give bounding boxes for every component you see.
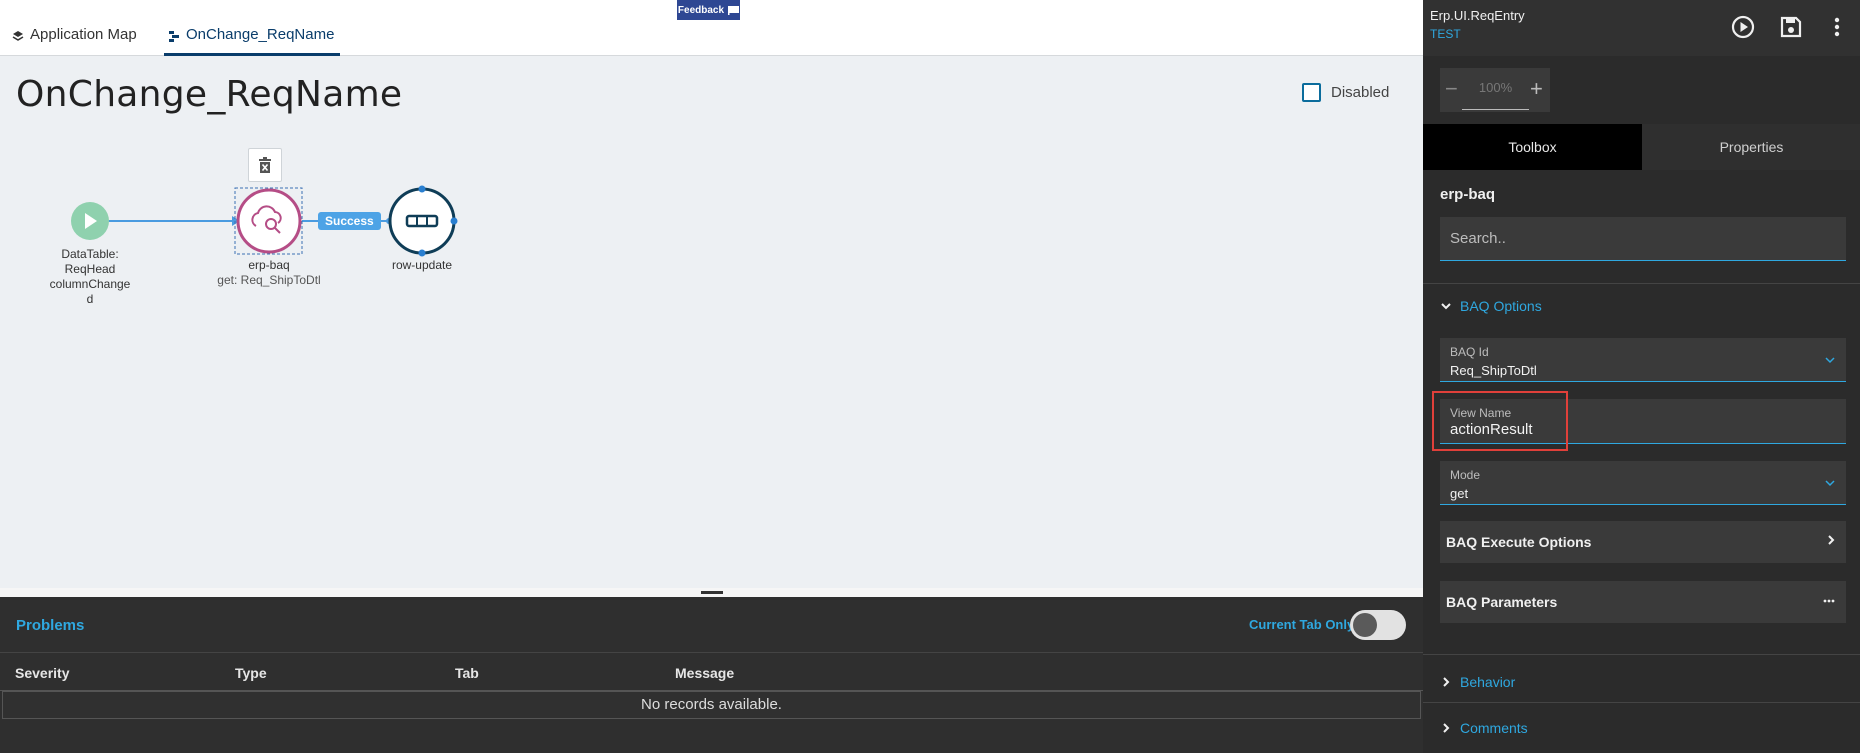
baq-execute-options-label: BAQ Execute Options bbox=[1446, 534, 1592, 550]
baq-node-label: erp-baq get: Req_ShipToDtl bbox=[209, 258, 329, 288]
baq-node-sub: get: Req_ShipToDtl bbox=[217, 273, 321, 287]
feedback-label: Feedback bbox=[677, 4, 725, 16]
chevron-down-icon bbox=[1441, 303, 1451, 310]
baq-node[interactable] bbox=[236, 188, 302, 254]
column-message[interactable]: Message bbox=[675, 665, 734, 681]
kebab-menu-icon bbox=[1834, 17, 1840, 37]
app-subtitle: TEST bbox=[1430, 27, 1461, 41]
chevron-right-icon bbox=[1828, 535, 1835, 545]
baq-parameters-row[interactable]: BAQ Parameters bbox=[1440, 581, 1846, 623]
mode-value: get bbox=[1450, 486, 1469, 501]
current-tab-only-label: Current Tab Only bbox=[1249, 617, 1355, 632]
zoom-in-button[interactable]: + bbox=[1530, 76, 1543, 102]
search-input[interactable] bbox=[1440, 217, 1846, 260]
view-name-highlight-box bbox=[1432, 391, 1568, 451]
no-records-row: No records available. bbox=[2, 691, 1421, 719]
problems-title: Problems bbox=[16, 617, 85, 634]
problems-panel: Problems Current Tab Only Severity Type … bbox=[0, 597, 1423, 753]
divider bbox=[1423, 702, 1860, 703]
delete-node-button[interactable] bbox=[248, 148, 282, 182]
designer-area: Application Map OnChange_ReqName Feedbac… bbox=[0, 0, 1423, 753]
column-type[interactable]: Type bbox=[235, 665, 267, 681]
play-icon bbox=[1731, 15, 1755, 39]
mode-field[interactable]: Mode get bbox=[1440, 461, 1846, 505]
divider bbox=[1423, 654, 1860, 655]
tab-onchange-reqname[interactable]: OnChange_ReqName bbox=[164, 26, 341, 56]
comments-label: Comments bbox=[1460, 720, 1528, 736]
tab-application-map-label: Application Map bbox=[30, 26, 137, 43]
zoom-out-button[interactable]: − bbox=[1445, 76, 1458, 102]
toggle-knob bbox=[1353, 613, 1377, 637]
success-label: Success bbox=[318, 212, 381, 230]
save-icon bbox=[1780, 16, 1802, 38]
problems-table-header: Severity Type Tab Message bbox=[0, 652, 1423, 691]
disabled-label: Disabled bbox=[1331, 84, 1390, 101]
tab-onchange-reqname-label: OnChange_ReqName bbox=[186, 26, 335, 43]
tab-application-map[interactable]: Application Map bbox=[12, 26, 137, 56]
baq-id-field[interactable]: BAQ Id Req_ShipToDtl bbox=[1440, 338, 1846, 382]
baq-id-value: Req_ShipToDtl bbox=[1450, 363, 1537, 378]
comments-section[interactable]: Comments bbox=[1440, 720, 1528, 736]
right-panel-header: Erp.UI.ReqEntry TEST bbox=[1423, 0, 1860, 56]
chevron-down-icon[interactable] bbox=[1824, 354, 1836, 366]
baq-options-label: BAQ Options bbox=[1460, 298, 1542, 314]
more-options-button[interactable] bbox=[1823, 13, 1851, 41]
selected-tool-name: erp-baq bbox=[1440, 186, 1496, 203]
panel-tabs: Toolbox Properties bbox=[1423, 124, 1860, 170]
disabled-checkbox-wrap[interactable]: Disabled bbox=[1302, 83, 1389, 102]
workflow-icon bbox=[169, 31, 179, 42]
start-node-label-line: columnChange bbox=[49, 277, 131, 291]
zoom-value[interactable]: 100% bbox=[1462, 80, 1529, 110]
column-tab[interactable]: Tab bbox=[455, 665, 479, 681]
baq-options-section[interactable]: BAQ Options bbox=[1440, 298, 1542, 314]
layers-icon bbox=[12, 31, 24, 41]
run-button[interactable] bbox=[1729, 13, 1757, 41]
mode-label: Mode bbox=[1450, 468, 1481, 482]
current-tab-only-toggle[interactable] bbox=[1350, 610, 1406, 640]
workflow-canvas[interactable]: OnChange_ReqName Disabled Success DataTa… bbox=[0, 56, 1423, 588]
ellipsis-icon bbox=[1823, 599, 1835, 603]
disabled-checkbox[interactable] bbox=[1302, 83, 1321, 102]
search-field[interactable] bbox=[1440, 217, 1846, 261]
divider bbox=[1423, 283, 1860, 284]
behavior-section[interactable]: Behavior bbox=[1440, 674, 1515, 690]
start-node-label: DataTable: ReqHead columnChange d bbox=[40, 247, 140, 307]
behavior-label: Behavior bbox=[1460, 674, 1516, 690]
row-update-label: row-update bbox=[391, 258, 453, 272]
splitter-handle[interactable] bbox=[701, 591, 723, 594]
feedback-button[interactable]: Feedback bbox=[677, 0, 740, 20]
chevron-right-icon bbox=[1443, 723, 1450, 733]
column-severity[interactable]: Severity bbox=[15, 665, 69, 681]
row-update-node[interactable] bbox=[388, 185, 458, 257]
trash-icon bbox=[259, 157, 271, 173]
baq-execute-options-row[interactable]: BAQ Execute Options bbox=[1440, 521, 1846, 563]
baq-id-label: BAQ Id bbox=[1450, 345, 1489, 359]
tab-toolbox[interactable]: Toolbox bbox=[1423, 124, 1642, 170]
start-node-label-line: DataTable: bbox=[61, 247, 119, 261]
zoom-control: − 100% + bbox=[1440, 68, 1550, 112]
baq-parameters-label: BAQ Parameters bbox=[1446, 594, 1558, 610]
right-panel: Erp.UI.ReqEntry TEST − 100% + Toolbox Pr… bbox=[1423, 0, 1860, 753]
start-node-label-line: ReqHead bbox=[64, 262, 116, 276]
app-title: Erp.UI.ReqEntry bbox=[1430, 8, 1525, 23]
start-node[interactable] bbox=[71, 202, 109, 240]
start-node-label-line: d bbox=[86, 292, 94, 306]
chevron-right-icon bbox=[1443, 677, 1450, 687]
baq-node-name: erp-baq bbox=[248, 258, 290, 272]
chevron-down-icon[interactable] bbox=[1824, 477, 1836, 489]
save-button[interactable] bbox=[1777, 13, 1805, 41]
tab-properties[interactable]: Properties bbox=[1642, 124, 1860, 170]
flag-icon bbox=[728, 5, 740, 15]
